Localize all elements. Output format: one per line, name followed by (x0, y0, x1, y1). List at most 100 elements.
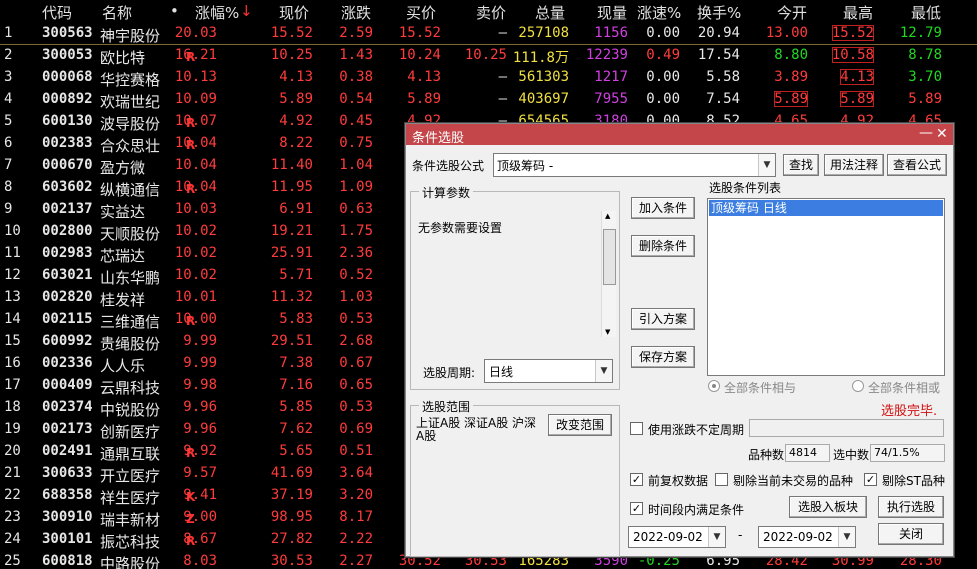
price: 11.40 (270, 157, 313, 173)
col-speed[interactable]: 涨速% (637, 2, 681, 23)
close-button[interactable]: 关闭 (878, 523, 944, 545)
row-index: 18 (4, 399, 21, 415)
no-params-text: 无参数需要设置 (418, 221, 503, 235)
condition-item[interactable]: 顶级筹码 日线 (709, 200, 943, 216)
time-period-checkbox[interactable]: ✓ (630, 502, 643, 515)
sort-desc-icon: ↓ (240, 2, 253, 20)
table-header: 代码 名称 • 涨幅% ↓ 现价 涨跌 买价 卖价 总量 现量 涨速% 换手% … (0, 0, 977, 23)
range-group: 选股范围 上证A股 深证A股 沪深A股 改变范围 (410, 398, 620, 557)
col-price[interactable]: 现价 (279, 2, 309, 23)
view-formula-button[interactable]: 查看公式 (887, 154, 947, 176)
change: 1.43 (339, 47, 373, 63)
col-code[interactable]: 代码 (42, 2, 72, 23)
add-condition-button[interactable]: 加入条件 (631, 197, 695, 219)
period-label: 选股周期: (423, 366, 476, 380)
chg-pct: 9.96 (183, 399, 217, 415)
col-name[interactable]: 名称 (102, 2, 132, 23)
change: 2.68 (339, 333, 373, 349)
find-button[interactable]: 查找 (783, 154, 819, 176)
volume: 257108 (518, 25, 569, 41)
col-volume[interactable]: 总量 (535, 2, 565, 23)
scroll-up-icon[interactable]: ▲ (605, 212, 610, 220)
hit-value: 74/1.5% (870, 444, 945, 462)
condition-list[interactable]: 顶级筹码 日线 (707, 198, 945, 376)
price: 6.91 (279, 201, 313, 217)
col-ask[interactable]: 卖价 (476, 2, 506, 23)
exclude-untraded-checkbox[interactable] (715, 473, 728, 486)
col-low[interactable]: 最低 (911, 2, 941, 23)
chevron-down-icon[interactable]: ▼ (708, 527, 725, 547)
chg-pct: 10.04 (174, 157, 217, 173)
stock-code: 600818 (42, 553, 93, 569)
col-high[interactable]: 最高 (843, 2, 873, 23)
col-chg-pct[interactable]: 涨幅% (195, 2, 239, 23)
chevron-down-icon[interactable]: ▼ (595, 360, 612, 382)
change: 1.75 (339, 223, 373, 239)
high: 4.13 (840, 69, 874, 85)
uncertain-period-field[interactable] (749, 419, 944, 437)
all-or-radio[interactable] (852, 380, 864, 392)
execute-button[interactable]: 执行选股 (878, 496, 944, 518)
chevron-down-icon[interactable]: ▼ (758, 154, 775, 176)
col-bid[interactable]: 买价 (406, 2, 436, 23)
chg-pct: 10.07 (174, 113, 217, 129)
ask: — (498, 25, 507, 41)
chevron-down-icon[interactable]: ▼ (838, 527, 855, 547)
col-change[interactable]: 涨跌 (341, 2, 371, 23)
to-block-button[interactable]: 选股入板块 (789, 496, 867, 518)
use-uncertain-checkbox[interactable] (630, 422, 643, 435)
dialog-titlebar[interactable]: 条件选股 — ✕ (406, 124, 953, 146)
price: 11.32 (270, 289, 313, 305)
chg-pct: 9.99 (183, 333, 217, 349)
pre-adjust-checkbox[interactable]: ✓ (630, 473, 643, 486)
period-select[interactable]: 日线 ▼ (484, 359, 613, 383)
close-icon[interactable]: ✕ (936, 126, 948, 142)
low: 8.78 (908, 47, 942, 63)
price: 4.92 (279, 113, 313, 129)
cur-vol: 1156 (594, 25, 628, 41)
import-plan-button[interactable]: 引入方案 (631, 308, 695, 330)
table-row[interactable]: 2 300053 欧比特 R 16.21 10.25 1.43 10.24 10.25 111.8… (0, 45, 977, 67)
minimize-icon[interactable]: — (919, 125, 933, 141)
row-index: 11 (4, 245, 21, 261)
stock-name: 人人乐 (100, 357, 146, 375)
change: 0.69 (339, 421, 373, 437)
params-scrollbar[interactable]: ▲ ▼ (601, 211, 616, 337)
date-from-picker[interactable]: 2022-09-02 ▼ (628, 526, 726, 548)
table-row[interactable]: 4 000892 欢瑞世纪 10.09 5.89 0.54 5.89 — 403697 7955 0… (0, 89, 977, 111)
turnover: 20.94 (697, 25, 740, 41)
chg-pct: 10.00 (174, 311, 217, 327)
row-index: 10 (4, 223, 21, 239)
stock-name: 华控赛格 (100, 71, 161, 89)
col-cur-vol[interactable]: 现量 (597, 2, 627, 23)
change: 2.59 (339, 25, 373, 41)
table-row[interactable]: 1 300563 神宇股份 20.03 15.52 2.59 15.52 — 257108 115… (0, 23, 977, 45)
bid: 10.24 (398, 47, 441, 63)
date-to-picker[interactable]: 2022-09-02 ▼ (758, 526, 856, 548)
usage-button[interactable]: 用法注释 (824, 154, 884, 176)
price: 41.69 (270, 465, 313, 481)
scroll-thumb[interactable] (603, 229, 616, 285)
save-plan-button[interactable]: 保存方案 (631, 346, 695, 368)
col-open[interactable]: 今开 (777, 2, 807, 23)
price: 8.22 (279, 135, 313, 151)
change-range-button[interactable]: 改变范围 (548, 414, 612, 436)
row-index: 13 (4, 289, 21, 305)
col-turnover[interactable]: 换手% (697, 2, 741, 23)
range-title: 选股范围 (419, 398, 474, 415)
col-dot: • (170, 2, 179, 20)
chg-pct: 10.04 (174, 135, 217, 151)
change: 0.51 (339, 443, 373, 459)
table-row[interactable]: 3 000068 华控赛格 10.13 4.13 0.38 4.13 — 561303 1217 0… (0, 67, 977, 89)
chg-pct: 16.21 (174, 47, 217, 63)
scroll-down-icon[interactable]: ▼ (605, 328, 610, 336)
stock-code: 300053 (42, 47, 93, 63)
stock-name: 祥生医疗 (100, 489, 161, 507)
row-index: 15 (4, 333, 21, 349)
formula-select[interactable]: 顶级筹码 - ▼ (493, 153, 776, 177)
delete-condition-button[interactable]: 删除条件 (631, 235, 695, 257)
all-and-radio[interactable] (708, 380, 720, 392)
speed: 0.00 (646, 25, 680, 41)
exclude-st-checkbox[interactable]: ✓ (864, 473, 877, 486)
chg-pct: 10.04 (174, 179, 217, 195)
